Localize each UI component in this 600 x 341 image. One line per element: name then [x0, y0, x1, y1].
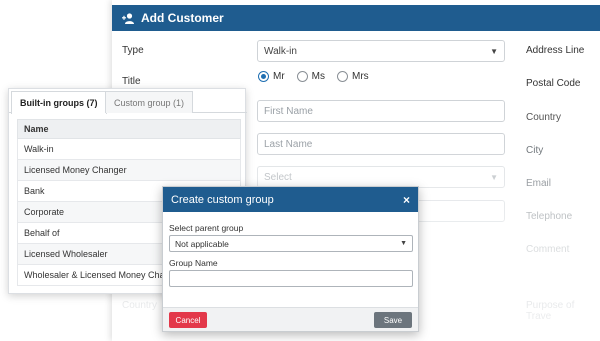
type-select-value: Walk-in: [264, 45, 297, 57]
save-button[interactable]: Save: [374, 312, 412, 328]
comment-label: Comment: [526, 244, 570, 255]
column-header-label: Name: [24, 124, 49, 134]
cancel-button[interactable]: Cancel: [169, 312, 207, 328]
radio-mrs[interactable]: Mrs: [337, 71, 369, 82]
column-header-name[interactable]: Name: [17, 119, 241, 139]
telephone-label: Telephone: [526, 211, 573, 222]
behind-country-label: Country: [122, 300, 158, 311]
table-row[interactable]: Walk-in: [17, 139, 241, 160]
purpose-of-travel-label: Purpose of Trave: [526, 300, 575, 322]
postal-code-label: Postal Code: [526, 78, 581, 89]
title-radio-group: Mr Ms Mrs: [258, 71, 381, 82]
close-icon[interactable]: ×: [403, 193, 410, 207]
first-name-input[interactable]: First Name: [257, 100, 505, 122]
cancel-button-label: Cancel: [175, 315, 201, 325]
create-custom-group-modal: Create custom group × Select parent grou…: [162, 186, 419, 332]
title-label: Title: [122, 76, 141, 87]
row-label: Walk-in: [24, 144, 54, 154]
add-person-icon: [122, 12, 134, 24]
modal-title: Create custom group: [171, 193, 274, 206]
row-label: Bank: [24, 186, 45, 196]
groups-tabs: Built-in groups (7) Custom group (1): [9, 89, 247, 114]
parent-group-label: Select parent group: [169, 223, 244, 233]
first-name-placeholder: First Name: [264, 105, 313, 117]
radio-indicator-mr: [258, 71, 269, 82]
select-field[interactable]: Select ▼: [257, 166, 505, 188]
type-label: Type: [122, 45, 144, 56]
tab-custom-group-label: Custom group (1): [114, 97, 185, 108]
row-label: Corporate: [24, 207, 65, 217]
radio-mr[interactable]: Mr: [258, 71, 285, 82]
group-name-input[interactable]: [169, 270, 413, 287]
email-label: Email: [526, 178, 552, 189]
row-label: Licensed Money Changer: [24, 165, 127, 175]
radio-label-mr: Mr: [273, 71, 285, 82]
tab-built-in-groups[interactable]: Built-in groups (7): [11, 91, 107, 114]
page-title: Add Customer: [141, 11, 224, 25]
type-select[interactable]: Walk-in ▼: [257, 40, 505, 62]
add-customer-header: Add Customer: [112, 5, 600, 31]
country-label: Country: [526, 112, 562, 123]
group-name-label: Group Name: [169, 258, 218, 268]
row-label: Licensed Wholesaler: [24, 249, 108, 259]
last-name-input[interactable]: Last Name: [257, 133, 505, 155]
radio-label-mrs: Mrs: [352, 71, 369, 82]
tab-custom-group[interactable]: Custom group (1): [105, 91, 194, 113]
radio-ms[interactable]: Ms: [296, 71, 326, 82]
row-label: Behalf of: [24, 228, 60, 238]
modal-header: Create custom group ×: [163, 187, 418, 212]
row-label: Wholesaler & Licensed Money Changer: [24, 270, 183, 280]
address-line-label: Address Line: [526, 45, 585, 56]
chevron-down-icon: ▼: [490, 46, 498, 56]
radio-indicator-ms: [296, 71, 308, 82]
city-label: City: [526, 145, 544, 156]
parent-group-select[interactable]: Not applicable ▼: [169, 235, 413, 252]
save-button-label: Save: [383, 315, 403, 325]
table-row[interactable]: Licensed Money Changer: [17, 160, 241, 181]
parent-group-value: Not applicable: [175, 238, 229, 249]
last-name-placeholder: Last Name: [264, 138, 313, 150]
chevron-down-icon: ▼: [490, 172, 498, 182]
modal-footer: Cancel Save: [163, 307, 418, 331]
select-field-placeholder: Select: [264, 171, 292, 183]
radio-label-ms: Ms: [311, 71, 326, 82]
tab-built-in-groups-label: Built-in groups (7): [20, 98, 98, 108]
radio-indicator-mrs: [337, 71, 349, 82]
chevron-down-icon: ▼: [400, 240, 407, 247]
